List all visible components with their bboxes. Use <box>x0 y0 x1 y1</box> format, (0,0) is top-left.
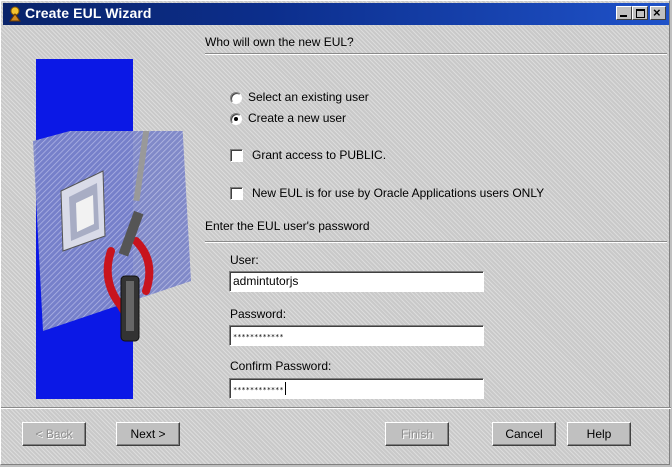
window-title: Create EUL Wizard <box>25 5 152 21</box>
close-icon: × <box>653 5 661 20</box>
cancel-button[interactable]: Cancel <box>492 422 556 446</box>
grant-public-checkbox[interactable] <box>230 149 243 162</box>
window-controls: × <box>616 6 666 22</box>
radio-new-user-label: Create a new user <box>248 111 347 125</box>
help-button[interactable]: Help <box>567 422 631 446</box>
password-heading: Enter the EUL user's password <box>205 219 370 233</box>
close-button[interactable]: × <box>650 6 666 20</box>
title-bar[interactable]: Create EUL Wizard × <box>3 3 669 25</box>
oracle-apps-label: New EUL is for use by Oracle Application… <box>252 186 545 200</box>
radio-new-user-control[interactable] <box>230 113 242 125</box>
minimize-icon <box>620 15 627 17</box>
finish-button[interactable]: Finish <box>385 422 449 446</box>
user-input[interactable]: admintutorjs <box>229 271 484 292</box>
grant-public-label: Grant access to PUBLIC. <box>252 148 387 162</box>
owner-divider <box>205 53 667 55</box>
confirm-password-input[interactable]: ************ <box>229 378 484 399</box>
maximize-button[interactable] <box>632 6 648 20</box>
radio-existing-user-label: Select an existing user <box>248 90 369 104</box>
confirm-password-value: ************ <box>233 386 284 394</box>
password-field-label: Password: <box>230 307 287 321</box>
user-field-label: User: <box>230 253 259 267</box>
footer-divider <box>1 407 671 409</box>
password-input[interactable]: ************ <box>229 325 484 346</box>
owner-heading: Who will own the new EUL? <box>205 35 354 49</box>
minimize-button[interactable] <box>616 6 632 20</box>
confirm-password-field-label: Confirm Password: <box>230 359 332 373</box>
back-button[interactable]: < Back <box>22 422 86 446</box>
wizard-window: Create EUL Wizard × Who will own the new… <box>0 0 671 465</box>
password-value: ************ <box>233 333 284 341</box>
password-divider <box>205 241 667 243</box>
wizard-icon <box>9 6 21 22</box>
text-caret <box>284 382 286 396</box>
radio-existing-user-control[interactable] <box>230 92 242 104</box>
tools-illustration <box>33 131 191 342</box>
maximize-icon <box>636 9 645 18</box>
next-button[interactable]: Next > <box>116 422 180 446</box>
oracle-apps-checkbox[interactable] <box>230 187 243 200</box>
